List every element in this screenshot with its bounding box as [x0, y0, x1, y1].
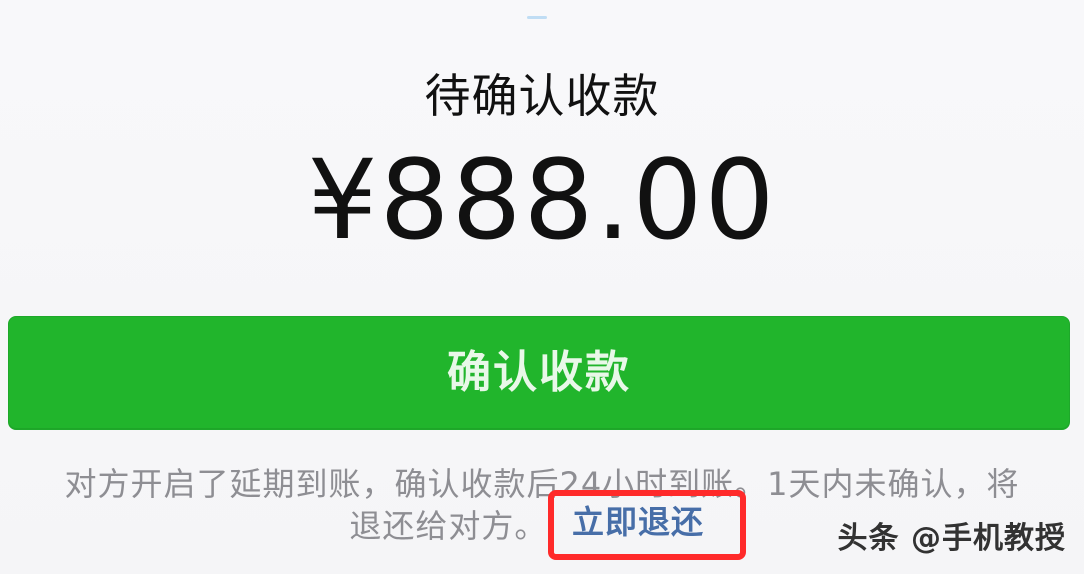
page-title: 待确认收款 [424, 69, 660, 123]
top-indicator [527, 16, 547, 19]
source-watermark: 头条 @手机教授 [837, 521, 1066, 556]
notice-line-1: 对方开启了延期到账，确认收款后24小时到账。1天内未确认，将 [64, 465, 1020, 503]
notice-line-2-prefix: 退还给对方。 [349, 507, 548, 545]
payment-confirmation-page: 待确认收款 ¥888.00 确认收款 对方开启了延期到账，确认收款后24小时到账… [0, 0, 1084, 574]
confirm-payment-button[interactable]: 确认收款 [8, 316, 1070, 430]
payment-amount: ¥888.00 [307, 136, 777, 264]
refund-now-link[interactable]: 立即退还 [572, 502, 704, 542]
